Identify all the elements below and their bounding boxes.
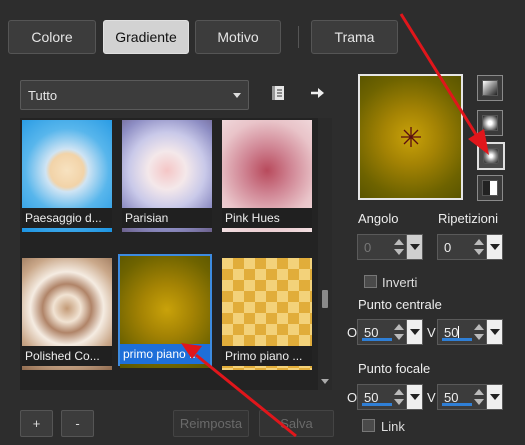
center-v-spinner[interactable]: 50 [437,319,503,345]
center-h-spinner[interactable]: 50 [357,319,423,345]
focal-v-level [442,403,472,406]
tab-separator [298,26,299,48]
center-point-label: Punto centrale [358,297,442,312]
gradient-preview[interactable] [358,74,463,200]
repeat-spinner[interactable]: 0 [437,234,503,260]
add-button[interactable]: + [20,410,53,437]
gradient-item-label: Parisian [122,208,212,228]
repeat-label: Ripetizioni [438,211,498,226]
spinner-arrows-icon[interactable] [392,322,406,342]
angle-label: Angolo [358,211,399,226]
invert-label: Inverti [382,275,418,290]
gradient-item-label: primo piano ... [120,344,210,364]
tab-gradiente[interactable]: Gradiente [103,20,189,54]
save-button[interactable]: Salva [259,410,334,437]
gradient-item-label: Polished Co... [22,346,112,366]
radial-gradient-icon [483,148,499,164]
rectangular-gradient-button[interactable] [477,110,503,136]
focal-point-label: Punto focale [358,361,431,376]
tab-motivo[interactable]: Motivo [195,20,281,54]
reset-button[interactable]: Reimposta [173,410,249,437]
chevron-down-icon [233,93,241,98]
gradient-item-selected[interactable]: primo piano ... [118,254,212,368]
gradient-item[interactable]: Polished Co... [20,256,114,370]
scrollbar-thumb[interactable] [322,290,328,308]
tab-trama[interactable]: Trama [311,20,398,54]
gradient-item[interactable]: Paesaggio d... [20,118,114,232]
gradient-item-label: Primo piano ... [222,346,312,366]
chevron-down-icon[interactable] [406,320,422,344]
gradient-item[interactable]: Primo piano ... [220,256,314,370]
spinner-arrows-icon[interactable] [472,237,486,257]
repeat-value: 0 [444,240,452,255]
radial-gradient-button[interactable] [477,142,505,170]
linear-gradient-icon [482,80,498,96]
spinner-arrows-icon[interactable] [392,237,406,257]
angle-spinner[interactable]: 0 [357,234,423,260]
gradient-item[interactable]: Pink Hues [220,118,314,232]
center-point-icon[interactable] [400,126,422,148]
gradient-item-label: Pink Hues [222,208,312,228]
sunburst-gradient-button[interactable] [477,175,503,201]
focal-v-spinner[interactable]: 50 [437,384,503,410]
chevron-down-icon[interactable] [486,385,502,409]
focal-v-label: V [427,390,436,405]
rectangular-gradient-icon [482,115,498,131]
spinner-arrows-icon[interactable] [392,387,406,407]
focal-h-spinner[interactable]: 50 [357,384,423,410]
tab-colore[interactable]: Colore [8,20,96,54]
link-checkbox[interactable] [362,419,375,432]
spinner-arrows-icon[interactable] [472,387,486,407]
sunburst-gradient-icon [482,180,498,196]
focal-h-label: O [347,390,358,405]
gradient-item[interactable]: Parisian [120,118,214,232]
linear-gradient-button[interactable] [477,75,503,101]
library-scrollbar[interactable] [318,118,332,390]
chevron-down-icon[interactable] [406,235,422,259]
center-h-level [362,338,392,341]
library-menu-icon[interactable] [270,85,286,101]
invert-checkbox[interactable] [364,275,377,288]
gradient-item-label: Paesaggio d... [22,208,112,228]
gradient-library: Paesaggio d... Parisian Pink Hues Polish… [20,118,332,390]
link-label: Link [381,419,405,434]
library-dropdown-value: Tutto [28,87,58,103]
focal-h-level [362,403,392,406]
center-v-label: V [427,325,436,340]
chevron-down-icon[interactable] [486,235,502,259]
remove-button[interactable]: - [61,410,94,437]
angle-value: 0 [364,240,372,255]
center-v-level [442,338,472,341]
scroll-down-icon[interactable] [321,379,329,384]
center-h-label: O [347,325,358,340]
arrow-right-icon[interactable] [309,85,325,101]
chevron-down-icon[interactable] [486,320,502,344]
spinner-arrows-icon[interactable] [472,322,486,342]
library-dropdown[interactable]: Tutto [20,80,249,110]
chevron-down-icon[interactable] [406,385,422,409]
